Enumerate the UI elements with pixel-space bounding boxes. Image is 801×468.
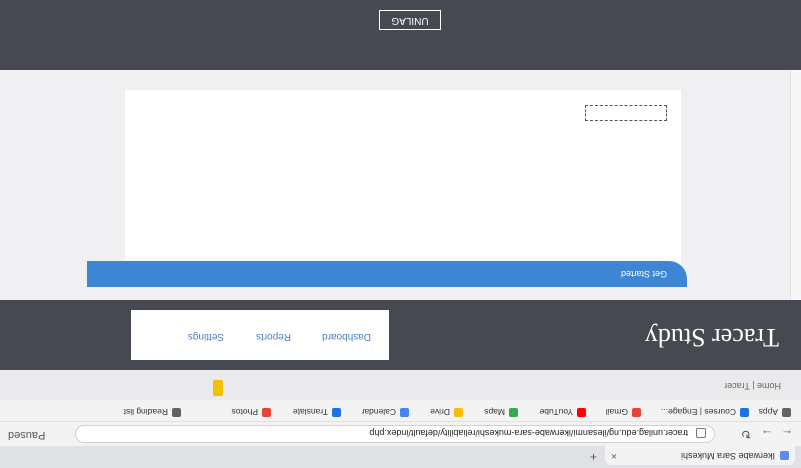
new-tab-button[interactable]: + [590, 450, 597, 464]
reload-button[interactable]: ↻ [741, 427, 751, 441]
bookmark-item[interactable]: Drive [430, 407, 463, 417]
bookmark-item[interactable]: Translate [293, 407, 341, 417]
user-badge-icon [213, 380, 223, 396]
menu-card: Dashboard Reports Settings [131, 310, 389, 360]
tab-title: Ikerwabe Sara Mukeshi [680, 451, 775, 461]
bookmark-item[interactable]: Gmail [606, 407, 641, 417]
bookmark-icon [454, 408, 463, 417]
profile-button[interactable]: Paused [8, 429, 45, 441]
browser-tab[interactable]: Ikerwabe Sara Mukeshi × [605, 446, 795, 465]
bookmark-item[interactable]: YouTube [540, 407, 586, 417]
footer: UNILAG [0, 0, 801, 70]
secondary-button[interactable] [585, 105, 667, 121]
menu-link[interactable]: Reports [256, 331, 291, 342]
tab-favicon-icon [780, 451, 789, 460]
bookmark-label: Courses | Engage... [661, 407, 736, 417]
lock-icon [696, 428, 706, 438]
bookmark-label: Maps [484, 407, 505, 417]
bookmark-label: Photos [231, 407, 258, 417]
bookmark-icon [577, 408, 586, 417]
footer-logo: UNILAG [379, 10, 441, 30]
address-bar[interactable]: tracer.unilag.edu.ng/ilesanmi/ikerwabe-s… [75, 425, 715, 443]
bookmarks-bar: Apps Courses | Engage... Gmail YouTube M… [0, 399, 801, 422]
bookmark-item[interactable]: Photos [232, 407, 271, 417]
bookmark-icon [172, 408, 181, 417]
close-tab-icon[interactable]: × [611, 446, 617, 465]
primary-button-label: Get Started [620, 269, 667, 279]
hero-banner: Tracer Study Dashboard Reports Settings [0, 300, 801, 370]
side-edge [790, 70, 801, 300]
bookmark-label: Drive [430, 407, 450, 417]
bookmark-label: YouTube [539, 407, 573, 417]
bookmark-label: Translate [292, 407, 328, 417]
menu-link[interactable]: Settings [188, 331, 224, 342]
bookmark-item[interactable]: Calendar [361, 407, 409, 417]
url-text: tracer.unilag.edu.ng/ilesanmi/ikerwabe-s… [369, 428, 688, 438]
bookmark-item[interactable]: Maps [484, 407, 518, 417]
bookmark-icon [782, 408, 791, 417]
primary-button[interactable]: Get Started [87, 261, 687, 287]
bookmark-icon [509, 408, 518, 417]
content-card: Get Started [87, 90, 687, 287]
hero-title: Tracer Study [644, 323, 779, 352]
bookmark-icon [262, 408, 271, 417]
browser-chrome: Ikerwabe Sara Mukeshi × + ← → ↻ tracer.u… [0, 399, 801, 468]
bookmark-label: Calendar [361, 407, 397, 417]
bookmark-label: Reading list [123, 407, 168, 417]
home-link[interactable]: Home | Tracer [724, 381, 781, 391]
browser-window: Ikerwabe Sara Mukeshi × + ← → ↻ tracer.u… [0, 0, 801, 468]
bookmark-item[interactable]: Apps [759, 407, 791, 417]
site-top-bar: Home | Tracer [0, 370, 801, 400]
tab-bar: Ikerwabe Sara Mukeshi × + [0, 446, 801, 468]
bookmark-icon [740, 408, 749, 417]
bookmark-icon [400, 408, 409, 417]
forward-button[interactable]: → [761, 427, 773, 441]
bookmark-icon [632, 408, 641, 417]
bookmark-icon [332, 408, 341, 417]
bookmark-item[interactable]: Courses | Engage... [661, 407, 749, 417]
menu-link[interactable]: Dashboard [322, 331, 371, 342]
toolbar: ← → ↻ tracer.unilag.edu.ng/ilesanmi/iker… [0, 422, 801, 446]
bookmark-item[interactable]: Reading list [124, 407, 181, 417]
bookmark-label: Gmail [605, 407, 628, 417]
page-content: Home | Tracer Tracer Study Dashboard Rep… [0, 0, 801, 400]
back-button[interactable]: ← [781, 427, 793, 441]
bookmark-label: Apps [758, 407, 778, 417]
